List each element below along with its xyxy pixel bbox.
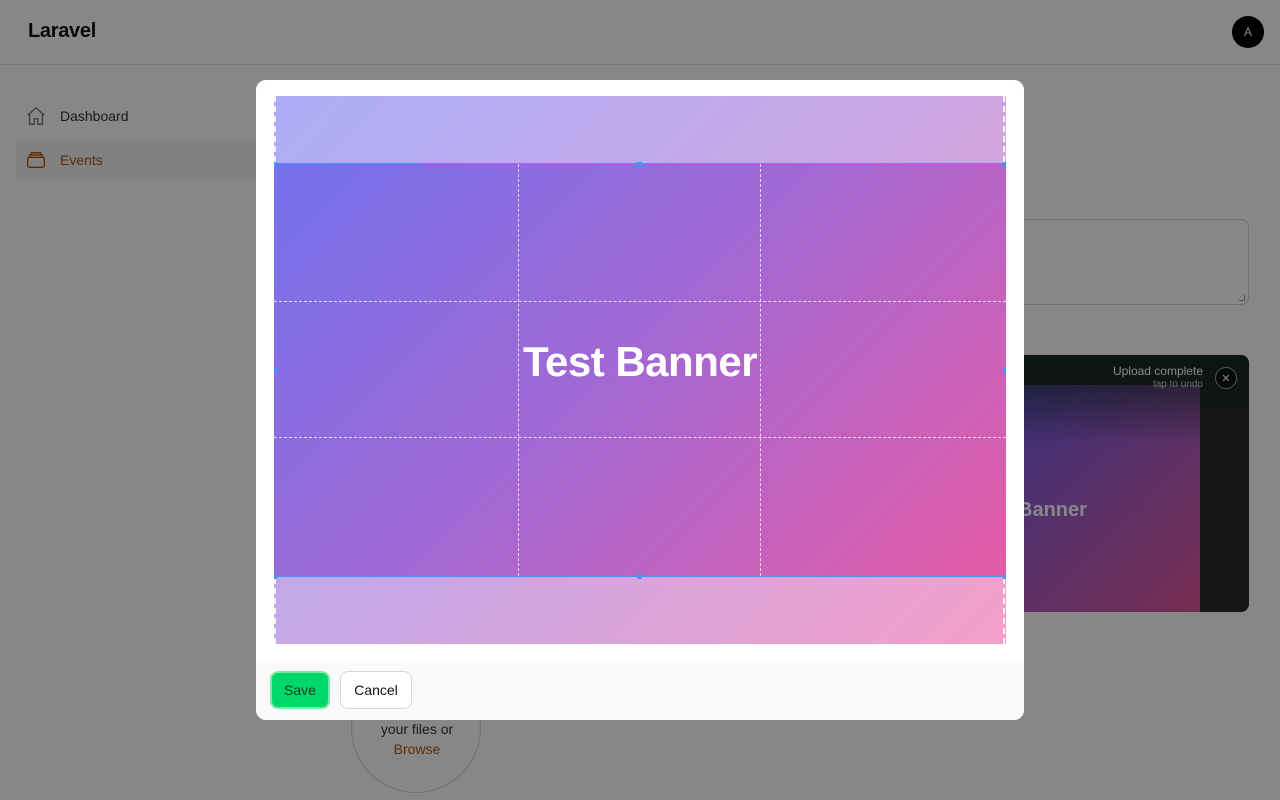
crop-guide xyxy=(274,437,1006,438)
crop-handle-nw[interactable] xyxy=(274,162,277,167)
crop-handle-ne[interactable] xyxy=(1003,162,1006,167)
cancel-button[interactable]: Cancel xyxy=(340,671,412,709)
crop-handle-sw[interactable] xyxy=(274,574,277,579)
save-button[interactable]: Save xyxy=(270,671,330,709)
banner-text: Test Banner xyxy=(522,338,758,385)
crop-handle-e[interactable] xyxy=(1003,368,1006,373)
image-crop-modal: Test Banner Save Cancel xyxy=(256,80,1024,720)
crop-box[interactable]: Test Banner xyxy=(274,163,1006,577)
crop-guide xyxy=(274,301,1006,302)
crop-handle-w[interactable] xyxy=(274,368,277,373)
modal-footer: Save Cancel xyxy=(256,660,1024,720)
crop-handle-n[interactable] xyxy=(637,162,642,167)
crop-handle-se[interactable] xyxy=(1003,574,1006,579)
image-cropper[interactable]: Test Banner xyxy=(274,96,1006,644)
crop-handle-s[interactable] xyxy=(637,574,642,579)
